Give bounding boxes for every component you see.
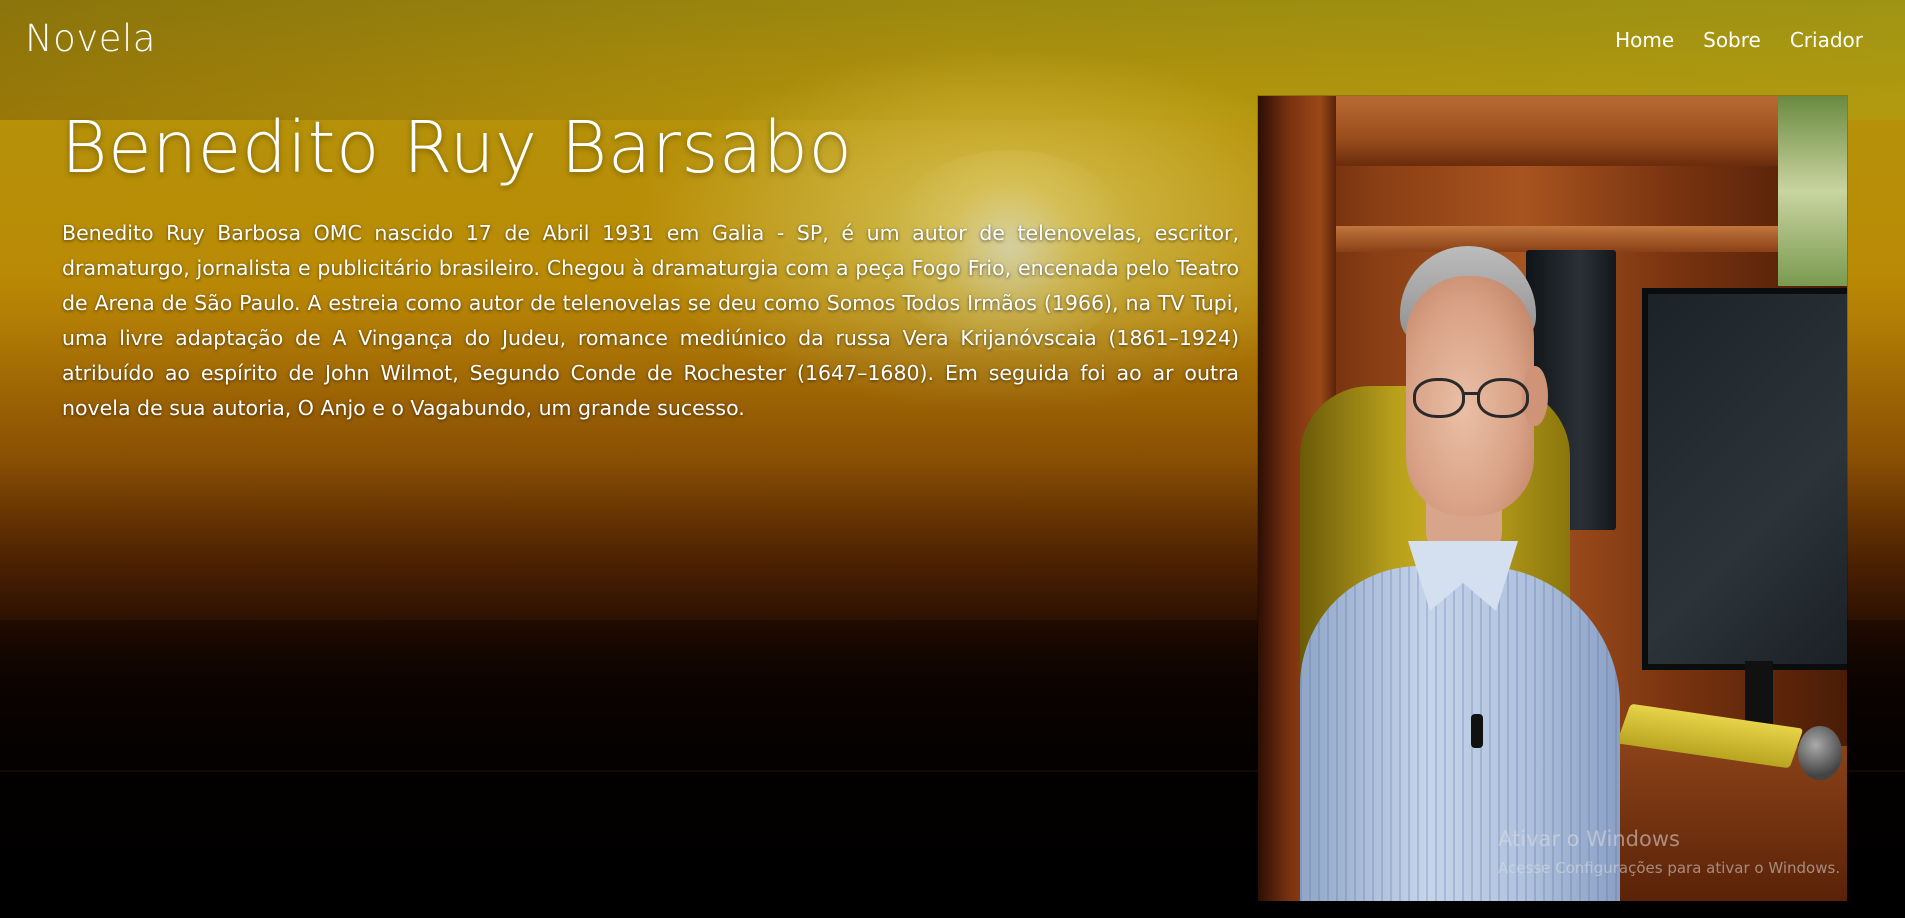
nav-link-criador[interactable]: Criador bbox=[1790, 29, 1863, 51]
glasses-lens-left bbox=[1413, 378, 1465, 418]
author-portrait-image bbox=[1258, 96, 1847, 901]
brand-logo-link[interactable]: Novela bbox=[25, 18, 156, 60]
nav-link-sobre[interactable]: Sobre bbox=[1703, 29, 1761, 51]
portrait-lapel-mic bbox=[1471, 714, 1483, 748]
portrait-shelf-board bbox=[1336, 96, 1847, 166]
author-bio: Benedito Ruy Barbosa OMC nascido 17 de A… bbox=[62, 221, 1239, 420]
portrait-glasses bbox=[1413, 378, 1543, 420]
nav-link-home[interactable]: Home bbox=[1615, 29, 1674, 51]
site-header: Novela Home Sobre Criador bbox=[0, 0, 1905, 84]
portrait-window bbox=[1778, 96, 1847, 286]
main-nav: Home Sobre Criador bbox=[1615, 29, 1863, 51]
glasses-lens-right bbox=[1477, 378, 1529, 418]
portrait-shelf-board bbox=[1336, 226, 1847, 252]
portrait-shirt-stripes bbox=[1300, 566, 1620, 901]
page-title: Benedito Ruy Barsabo bbox=[61, 106, 853, 189]
portrait-mouse bbox=[1798, 726, 1842, 780]
portrait-monitor bbox=[1642, 288, 1847, 670]
